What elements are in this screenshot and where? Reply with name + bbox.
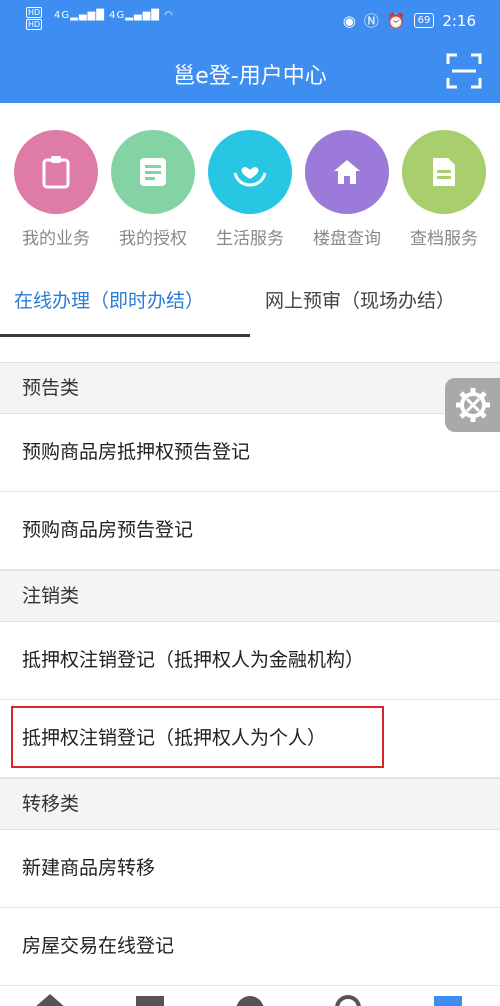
signal-bars-icon: ▂▄▆█ xyxy=(70,10,105,21)
quick-item-property-query[interactable]: 楼盘查询 xyxy=(297,130,397,249)
list-item[interactable]: 预购商品房抵押权预告登记 xyxy=(0,414,500,492)
quick-item-label: 我的业务 xyxy=(22,229,90,249)
quick-item-my-business[interactable]: 我的业务 xyxy=(6,130,106,249)
info-icon[interactable] xyxy=(232,992,268,1006)
hands-heart-icon xyxy=(208,130,292,214)
quick-item-life-service[interactable]: 生活服务 xyxy=(200,130,300,249)
scan-icon[interactable] xyxy=(446,53,482,89)
signal-label-2: 4G xyxy=(109,10,126,21)
tab-online-pre-review[interactable]: 网上预审（现场办结） xyxy=(265,286,455,313)
quick-item-label: 我的授权 xyxy=(119,229,187,249)
section-header: 转移类 xyxy=(0,778,500,830)
clock-time: 2:16 xyxy=(442,11,476,30)
user-center-icon[interactable] xyxy=(430,992,466,1006)
alarm-icon: ⏰ xyxy=(386,11,406,30)
quick-item-label: 生活服务 xyxy=(216,229,284,249)
page-title: 邕e登-用户中心 xyxy=(173,64,327,89)
quick-item-label: 楼盘查询 xyxy=(313,229,381,249)
signal-indicator: 4G▂▄▆█ 4G▂▄▆█ ◠ xyxy=(54,10,174,21)
hd-badge-1: HD xyxy=(26,7,43,18)
list-item[interactable]: 新建商品房转移 xyxy=(0,830,500,908)
clipboard-icon xyxy=(14,130,98,214)
signal-bars-icon: ▂▄▆█ xyxy=(125,10,160,21)
list-item-highlighted[interactable]: 抵押权注销登记（抵押权人为个人） xyxy=(0,700,500,778)
status-right: ◉ Ⓝ ⏰ 69 2:16 xyxy=(343,10,476,31)
service-list: 预告类 预购商品房抵押权预告登记 预购商品房预告登记 注销类 抵押权注销登记（抵… xyxy=(0,362,500,986)
nfc-icon: Ⓝ xyxy=(363,12,379,30)
file-icon xyxy=(402,130,486,214)
tab-bar: 在线办理（即时办结） 网上预审（现场办结） xyxy=(0,272,500,338)
signal-label-1: 4G xyxy=(54,10,71,21)
home-icon[interactable] xyxy=(32,992,68,1006)
eye-icon: ◉ xyxy=(342,11,356,30)
bottom-navigation xyxy=(0,990,500,1006)
battery-icon: 69 xyxy=(413,13,435,28)
active-tab-indicator xyxy=(0,334,250,337)
list-item[interactable]: 预购商品房预告登记 xyxy=(0,492,500,570)
section-header: 注销类 xyxy=(0,570,500,622)
document-icon xyxy=(111,130,195,214)
quick-item-archive-service[interactable]: 查档服务 xyxy=(394,130,494,249)
tab-online-processing[interactable]: 在线办理（即时办结） xyxy=(14,286,204,313)
quick-item-label: 查档服务 xyxy=(410,229,478,249)
house-icon xyxy=(305,130,389,214)
quick-item-my-authorization[interactable]: 我的授权 xyxy=(103,130,203,249)
wifi-icon: ◠ xyxy=(164,10,174,21)
network-indicator: HD HD xyxy=(26,7,43,31)
hd-badge-2: HD xyxy=(26,19,43,30)
gear-wrench-icon xyxy=(455,388,490,422)
section-header: 预告类 xyxy=(0,362,500,414)
list-item[interactable]: 抵押权注销登记（抵押权人为金融机构） xyxy=(0,622,500,700)
title-bar: 邕e登-用户中心 xyxy=(0,38,500,103)
search-icon[interactable] xyxy=(330,992,366,1006)
status-bar: HD HD 4G▂▄▆█ 4G▂▄▆█ ◠ ◉ Ⓝ ⏰ 69 2:16 xyxy=(0,0,500,38)
quick-access-row: 我的业务 我的授权 生活服务 楼盘查询 查档服务 xyxy=(0,130,500,250)
list-icon[interactable] xyxy=(132,992,168,1006)
list-item[interactable]: 房屋交易在线登记 xyxy=(0,908,500,986)
floating-tools-button[interactable] xyxy=(445,378,500,432)
